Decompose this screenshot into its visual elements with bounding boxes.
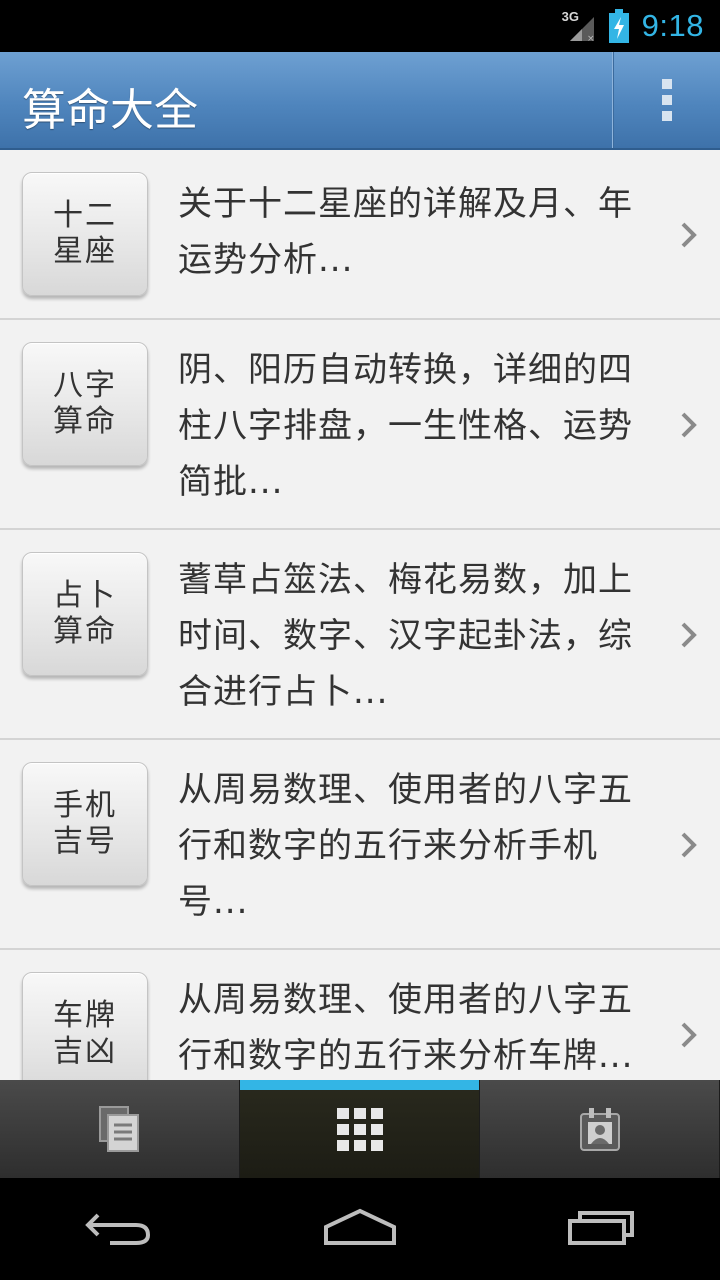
- desc-line: 号...: [178, 882, 249, 922]
- desc-line: 关于十二星座的详解及月、年: [178, 184, 633, 224]
- back-button[interactable]: [84, 1207, 154, 1251]
- home-icon: [324, 1208, 396, 1245]
- tile-label-2: 吉凶: [53, 1034, 117, 1069]
- desc-line: 行和数字的五行来分析车牌...: [178, 1036, 634, 1076]
- chevron-right-icon: [681, 412, 697, 438]
- bottom-tab-bar: [0, 1080, 720, 1178]
- tile-label-2: 吉号: [53, 824, 117, 859]
- app-title: 算命大全: [22, 85, 198, 136]
- desc-line: 合进行占卜...: [178, 672, 389, 712]
- tab-grid[interactable]: [240, 1080, 480, 1178]
- item-description: 从周易数理、使用者的八字五 行和数字的五行来分析手机 号...: [178, 762, 648, 930]
- desc-line: 柱八字排盘，一生性格、运势: [178, 406, 633, 446]
- desc-line: 从周易数理、使用者的八字五: [178, 770, 633, 810]
- grid-icon: [336, 1108, 383, 1151]
- svg-text:×: ×: [587, 34, 595, 43]
- overflow-menu-icon: [661, 79, 672, 89]
- overflow-menu-button[interactable]: [612, 52, 720, 148]
- desc-line: 行和数字的五行来分析手机: [178, 826, 598, 866]
- list-item-zodiac[interactable]: 十二 星座 关于十二星座的详解及月、年 运势分析...: [0, 150, 720, 320]
- feature-list: 十二 星座 关于十二星座的详解及月、年 运势分析... 八字 算命 阴、阳历自动…: [0, 150, 720, 1080]
- recents-icon: [568, 1211, 634, 1245]
- tile-label-2: 星座: [53, 234, 117, 269]
- list-item-divination[interactable]: 占卜 算命 蓍草占筮法、梅花易数，加上 时间、数字、汉字起卦法，综 合进行占卜.…: [0, 530, 720, 740]
- system-nav-bar: [0, 1178, 720, 1280]
- chevron-right-icon: [681, 622, 697, 648]
- desc-line: 蓍草占筮法、梅花易数，加上: [178, 560, 633, 600]
- desc-line: 从周易数理、使用者的八字五: [178, 980, 633, 1020]
- status-bar: 3G × 9:18: [0, 0, 720, 52]
- chevron-right-icon: [681, 1022, 697, 1048]
- desc-line: 时间、数字、汉字起卦法，综: [178, 616, 633, 656]
- status-time: 9:18: [641, 8, 704, 43]
- list-item-bazi[interactable]: 八字 算命 阴、阳历自动转换，详细的四 柱八字排盘，一生性格、运势 简批...: [0, 320, 720, 530]
- tab-documents[interactable]: [0, 1080, 240, 1178]
- overflow-dot: [661, 95, 672, 105]
- calendar-contact-icon: [579, 1108, 620, 1151]
- zodiac-tile-icon: 十二 星座: [22, 172, 148, 296]
- item-description: 关于十二星座的详解及月、年 运势分析...: [178, 176, 648, 288]
- desc-line: 运势分析...: [178, 240, 354, 280]
- item-description: 蓍草占筮法、梅花易数，加上 时间、数字、汉字起卦法，综 合进行占卜...: [178, 552, 648, 720]
- tile-label-1: 车牌: [53, 998, 117, 1033]
- chevron-right-icon: [681, 832, 697, 858]
- documents-icon: [98, 1106, 139, 1152]
- desc-line: 简批...: [178, 462, 284, 502]
- signal-icon: 3G ×: [562, 9, 596, 43]
- action-bar: 算命大全: [0, 52, 720, 150]
- tab-calendar-contact[interactable]: [480, 1080, 720, 1178]
- tile-label-1: 占卜: [53, 578, 117, 613]
- battery-charging-icon: [608, 9, 630, 43]
- home-button[interactable]: [322, 1207, 398, 1251]
- list-item-license-plate[interactable]: 车牌 吉凶 从周易数理、使用者的八字五 行和数字的五行来分析车牌...: [0, 950, 720, 1080]
- recents-button[interactable]: [566, 1207, 636, 1251]
- back-icon: [85, 1213, 151, 1245]
- license-plate-tile-icon: 车牌 吉凶: [22, 972, 148, 1080]
- item-description: 从周易数理、使用者的八字五 行和数字的五行来分析车牌...: [178, 972, 648, 1080]
- bazi-tile-icon: 八字 算命: [22, 342, 148, 466]
- tile-label-1: 八字: [53, 368, 117, 403]
- divination-tile-icon: 占卜 算命: [22, 552, 148, 676]
- list-item-phone-number[interactable]: 手机 吉号 从周易数理、使用者的八字五 行和数字的五行来分析手机 号...: [0, 740, 720, 950]
- tile-label-2: 算命: [53, 614, 117, 649]
- item-description: 阴、阳历自动转换，详细的四 柱八字排盘，一生性格、运势 简批...: [178, 342, 648, 510]
- chevron-right-icon: [681, 222, 697, 248]
- tile-label-2: 算命: [53, 404, 117, 439]
- phone-number-tile-icon: 手机 吉号: [22, 762, 148, 886]
- tile-label-1: 手机: [53, 788, 117, 823]
- overflow-dot: [661, 111, 672, 121]
- desc-line: 阴、阳历自动转换，详细的四: [178, 350, 633, 390]
- tile-label-1: 十二: [53, 198, 117, 233]
